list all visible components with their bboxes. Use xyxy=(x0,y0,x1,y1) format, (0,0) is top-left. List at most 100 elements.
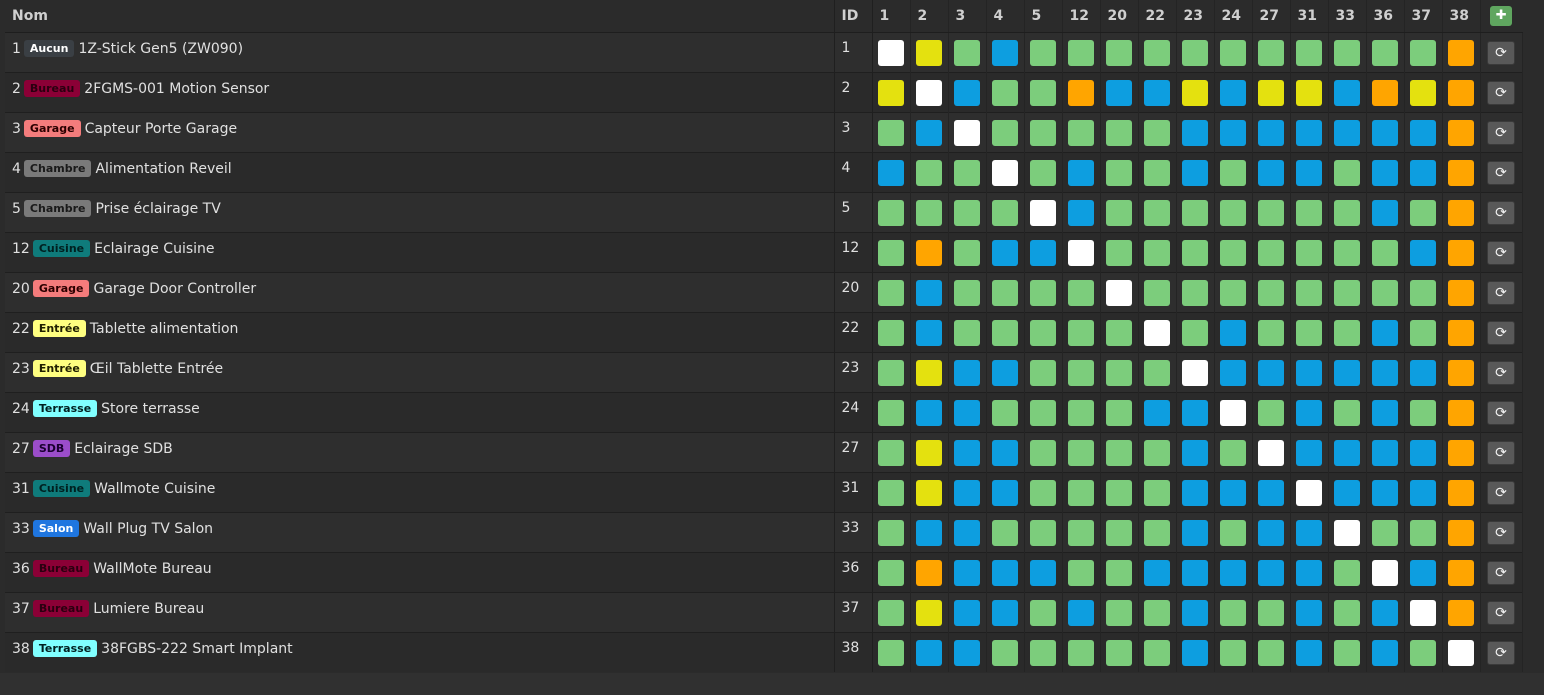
link-quality-indicator[interactable] xyxy=(992,79,1018,106)
link-quality-indicator[interactable] xyxy=(1182,159,1208,186)
link-quality-indicator[interactable] xyxy=(1410,399,1436,426)
refresh-icon[interactable]: ⟳ xyxy=(1487,360,1515,385)
link-quality-indicator[interactable] xyxy=(916,559,942,586)
refresh-icon[interactable]: ⟳ xyxy=(1487,240,1515,265)
link-quality-indicator[interactable] xyxy=(916,519,942,546)
link-quality-indicator[interactable] xyxy=(1410,639,1436,666)
link-quality-indicator[interactable] xyxy=(1372,399,1398,426)
link-quality-indicator[interactable] xyxy=(878,279,904,306)
link-quality-indicator[interactable] xyxy=(1144,399,1170,426)
link-quality-indicator[interactable] xyxy=(1220,199,1246,226)
link-quality-indicator[interactable] xyxy=(916,399,942,426)
link-quality-indicator[interactable] xyxy=(916,79,942,106)
link-quality-indicator[interactable] xyxy=(1372,599,1398,626)
link-quality-indicator[interactable] xyxy=(1334,239,1360,266)
link-quality-indicator[interactable] xyxy=(1334,399,1360,426)
link-quality-indicator[interactable] xyxy=(1296,439,1322,466)
link-quality-indicator[interactable] xyxy=(954,159,980,186)
link-quality-indicator[interactable] xyxy=(1068,559,1094,586)
link-quality-indicator[interactable] xyxy=(1296,199,1322,226)
link-quality-indicator[interactable] xyxy=(1410,39,1436,66)
link-quality-indicator[interactable] xyxy=(1296,279,1322,306)
link-quality-indicator[interactable] xyxy=(992,639,1018,666)
link-quality-indicator[interactable] xyxy=(1030,279,1056,306)
link-quality-indicator[interactable] xyxy=(1448,479,1474,506)
link-quality-indicator[interactable] xyxy=(1448,279,1474,306)
device-name[interactable]: 1Z-Stick Gen5 (ZW090) xyxy=(78,41,243,57)
link-quality-indicator[interactable] xyxy=(992,479,1018,506)
link-quality-indicator[interactable] xyxy=(1182,479,1208,506)
link-quality-indicator[interactable] xyxy=(1182,79,1208,106)
link-quality-indicator[interactable] xyxy=(1220,359,1246,386)
link-quality-indicator[interactable] xyxy=(1372,199,1398,226)
link-quality-indicator[interactable] xyxy=(954,39,980,66)
link-quality-indicator[interactable] xyxy=(1030,559,1056,586)
link-quality-indicator[interactable] xyxy=(1144,199,1170,226)
link-quality-indicator[interactable] xyxy=(1372,319,1398,346)
link-quality-indicator[interactable] xyxy=(1144,239,1170,266)
link-quality-indicator[interactable] xyxy=(992,359,1018,386)
link-quality-indicator[interactable] xyxy=(1182,599,1208,626)
link-quality-indicator[interactable] xyxy=(992,319,1018,346)
link-quality-indicator[interactable] xyxy=(1372,479,1398,506)
link-quality-indicator[interactable] xyxy=(1410,119,1436,146)
link-quality-indicator[interactable] xyxy=(1258,199,1284,226)
link-quality-indicator[interactable] xyxy=(1182,439,1208,466)
link-quality-indicator[interactable] xyxy=(992,599,1018,626)
link-quality-indicator[interactable] xyxy=(1448,439,1474,466)
link-quality-indicator[interactable] xyxy=(1334,199,1360,226)
device-name[interactable]: WallMote Bureau xyxy=(93,561,212,577)
link-quality-indicator[interactable] xyxy=(1372,279,1398,306)
link-quality-indicator[interactable] xyxy=(992,159,1018,186)
link-quality-indicator[interactable] xyxy=(1372,79,1398,106)
link-quality-indicator[interactable] xyxy=(1258,559,1284,586)
link-quality-indicator[interactable] xyxy=(916,279,942,306)
link-quality-indicator[interactable] xyxy=(1144,519,1170,546)
link-quality-indicator[interactable] xyxy=(1258,399,1284,426)
link-quality-indicator[interactable] xyxy=(1144,119,1170,146)
link-quality-indicator[interactable] xyxy=(1296,79,1322,106)
link-quality-indicator[interactable] xyxy=(992,559,1018,586)
link-quality-indicator[interactable] xyxy=(1258,599,1284,626)
link-quality-indicator[interactable] xyxy=(1296,599,1322,626)
link-quality-indicator[interactable] xyxy=(878,559,904,586)
link-quality-indicator[interactable] xyxy=(1068,519,1094,546)
link-quality-indicator[interactable] xyxy=(1144,279,1170,306)
device-name[interactable]: Garage Door Controller xyxy=(93,281,256,297)
refresh-icon[interactable]: ⟳ xyxy=(1487,200,1515,225)
link-quality-indicator[interactable] xyxy=(878,439,904,466)
link-quality-indicator[interactable] xyxy=(992,519,1018,546)
device-name[interactable]: Store terrasse xyxy=(101,401,200,417)
link-quality-indicator[interactable] xyxy=(954,519,980,546)
link-quality-indicator[interactable] xyxy=(1182,319,1208,346)
link-quality-indicator[interactable] xyxy=(1144,479,1170,506)
link-quality-indicator[interactable] xyxy=(1030,519,1056,546)
link-quality-indicator[interactable] xyxy=(1258,119,1284,146)
link-quality-indicator[interactable] xyxy=(878,159,904,186)
link-quality-indicator[interactable] xyxy=(1106,439,1132,466)
link-quality-indicator[interactable] xyxy=(1030,159,1056,186)
link-quality-indicator[interactable] xyxy=(1030,479,1056,506)
link-quality-indicator[interactable] xyxy=(1334,159,1360,186)
link-quality-indicator[interactable] xyxy=(916,479,942,506)
link-quality-indicator[interactable] xyxy=(1030,399,1056,426)
refresh-icon[interactable]: ⟳ xyxy=(1487,400,1515,425)
link-quality-indicator[interactable] xyxy=(1144,79,1170,106)
link-quality-indicator[interactable] xyxy=(1334,599,1360,626)
link-quality-indicator[interactable] xyxy=(954,199,980,226)
link-quality-indicator[interactable] xyxy=(878,359,904,386)
link-quality-indicator[interactable] xyxy=(1258,239,1284,266)
refresh-icon[interactable]: ⟳ xyxy=(1487,600,1515,625)
link-quality-indicator[interactable] xyxy=(1220,519,1246,546)
link-quality-indicator[interactable] xyxy=(1448,159,1474,186)
link-quality-indicator[interactable] xyxy=(1068,119,1094,146)
link-quality-indicator[interactable] xyxy=(1448,79,1474,106)
link-quality-indicator[interactable] xyxy=(1030,439,1056,466)
link-quality-indicator[interactable] xyxy=(1448,239,1474,266)
link-quality-indicator[interactable] xyxy=(1144,639,1170,666)
link-quality-indicator[interactable] xyxy=(1372,159,1398,186)
link-quality-indicator[interactable] xyxy=(1220,439,1246,466)
link-quality-indicator[interactable] xyxy=(1296,239,1322,266)
device-name[interactable]: Lumiere Bureau xyxy=(93,601,204,617)
link-quality-indicator[interactable] xyxy=(1144,319,1170,346)
